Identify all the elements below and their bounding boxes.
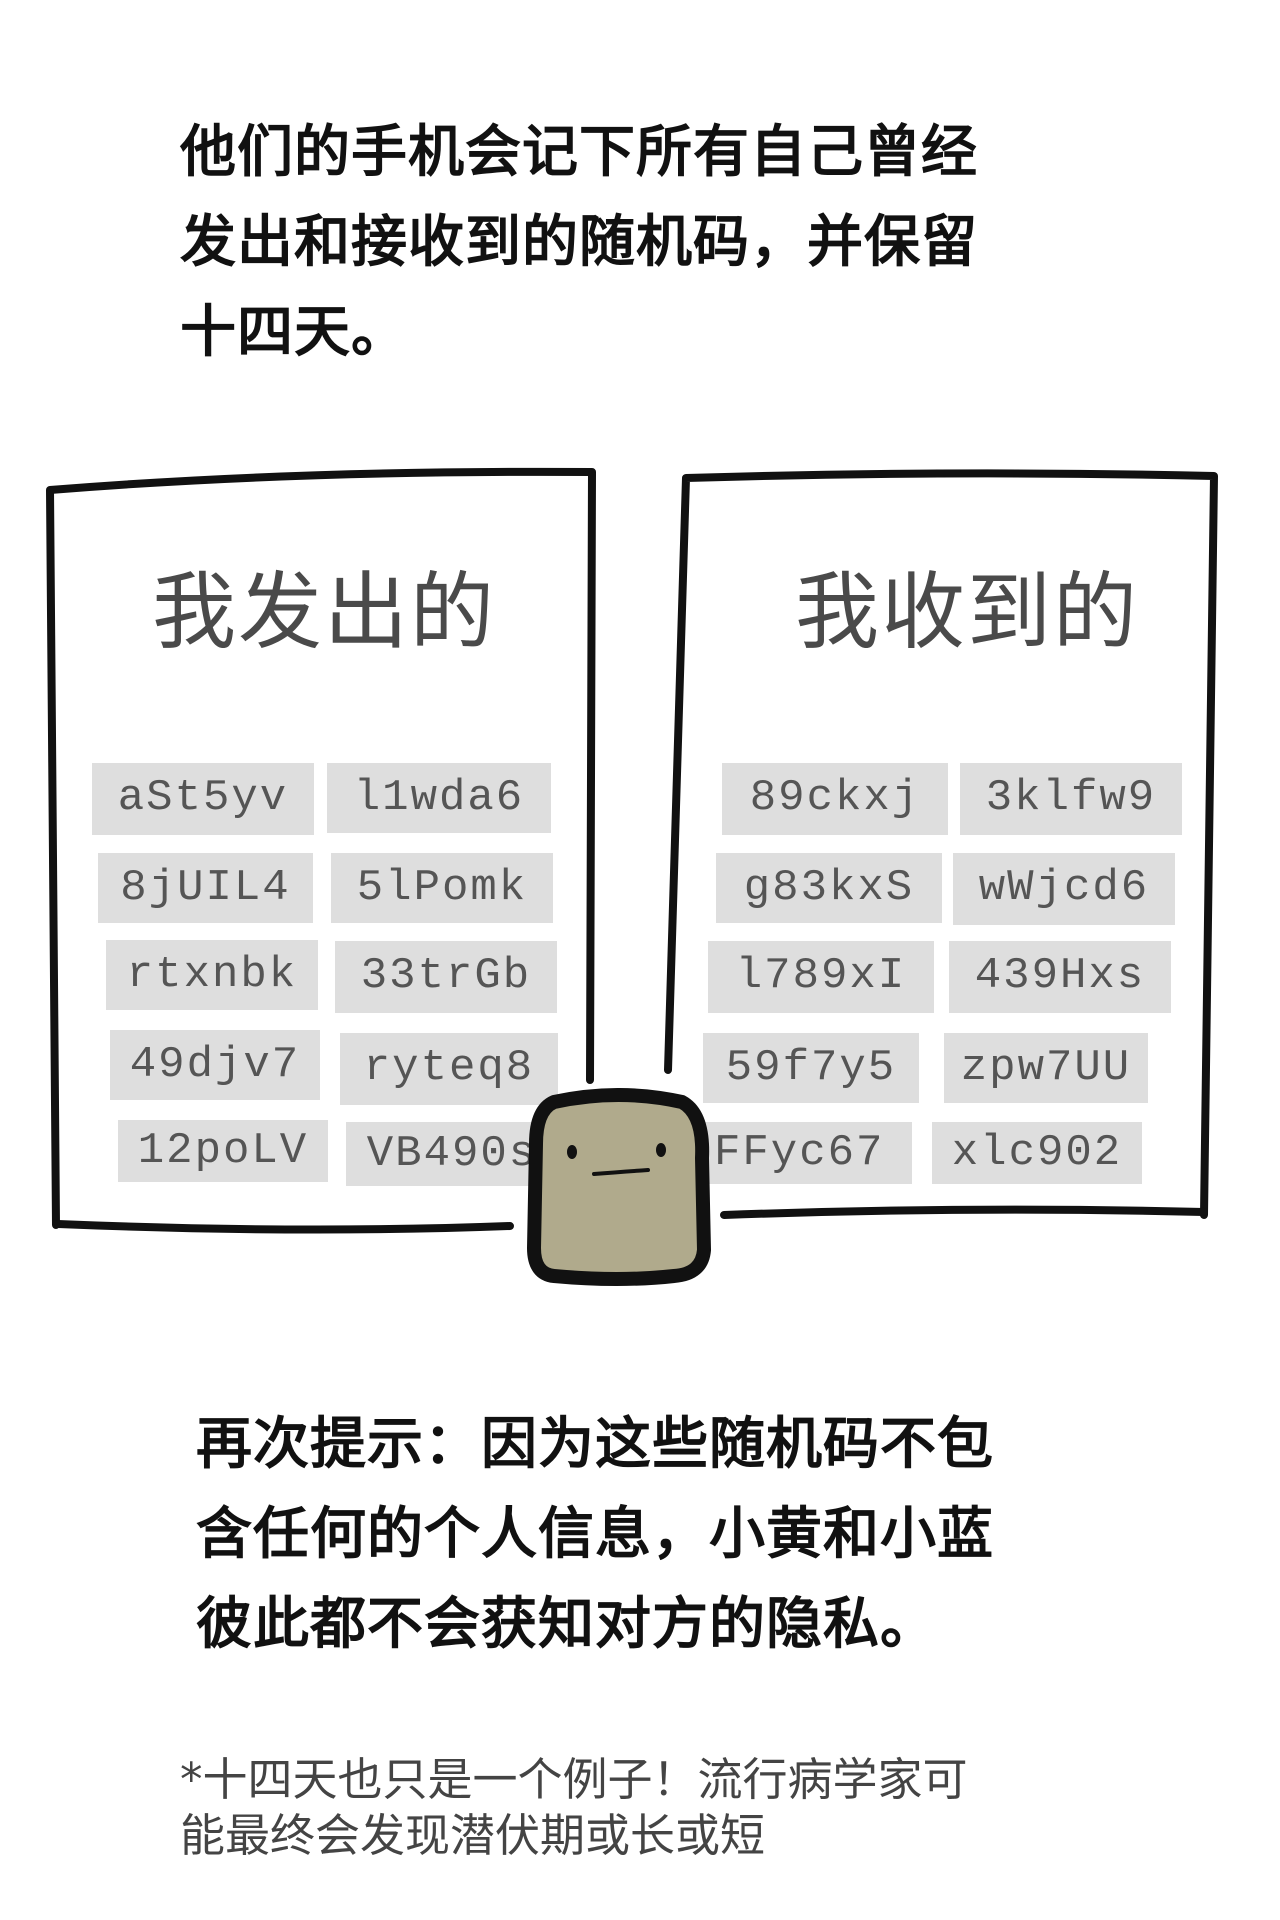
intro-text: 他们的手机会记下所有自己曾经 发出和接收到的随机码，并保留 十四天。 bbox=[180, 108, 1040, 378]
footnote-line-2: 能最终会发现潜伏期或长或短 bbox=[180, 1809, 766, 1862]
sent-code: 8jUIL4 bbox=[98, 853, 313, 923]
mascot-left-eye bbox=[567, 1145, 577, 1159]
intro-line-2: 发出和接收到的随机码，并保留 bbox=[180, 210, 978, 275]
received-code: FFyc67 bbox=[700, 1122, 912, 1184]
footnote-text: *十四天也只是一个例子！流行病学家可 能最终会发现潜伏期或长或短 bbox=[180, 1752, 1060, 1864]
received-code: 3klfw9 bbox=[960, 763, 1182, 835]
received-code: wWjcd6 bbox=[953, 853, 1175, 925]
sent-code: 33trGb bbox=[335, 941, 557, 1013]
reminder-text: 再次提示：因为这些随机码不包 含任何的个人信息，小黄和小蓝 彼此都不会获知对方的… bbox=[196, 1400, 1076, 1670]
reminder-line-3: 彼此都不会获知对方的隐私。 bbox=[196, 1592, 937, 1657]
received-code: 89ckxj bbox=[722, 763, 948, 835]
reminder-line-2: 含任何的个人信息，小黄和小蓝 bbox=[196, 1502, 994, 1567]
reminder-line-1: 再次提示：因为这些随机码不包 bbox=[196, 1412, 994, 1477]
received-code: 59f7y5 bbox=[703, 1033, 919, 1103]
mascot-right-eye bbox=[656, 1143, 666, 1157]
received-code: l789xI bbox=[708, 941, 934, 1013]
sent-list-title: 我发出的 bbox=[152, 563, 497, 661]
sent-code: 5lPomk bbox=[331, 853, 553, 923]
received-paper-bottom bbox=[720, 1205, 1208, 1219]
sent-code: 49djv7 bbox=[110, 1030, 320, 1100]
mascot-character bbox=[527, 1088, 711, 1286]
sent-code: aSt5yv bbox=[92, 763, 314, 835]
intro-line-1: 他们的手机会记下所有自己曾经 bbox=[180, 120, 978, 185]
received-code: xlc902 bbox=[932, 1122, 1142, 1184]
received-list-title: 我收到的 bbox=[795, 563, 1140, 661]
received-code: zpw7UU bbox=[944, 1033, 1148, 1103]
sent-code: 12poLV bbox=[118, 1120, 328, 1182]
mascot-body bbox=[527, 1088, 711, 1286]
sent-paper-bottom bbox=[54, 1220, 514, 1234]
received-code: g83kxS bbox=[716, 853, 942, 923]
sent-code: rtxnbk bbox=[106, 940, 318, 1010]
received-code: 439Hxs bbox=[949, 941, 1171, 1013]
footnote-line-1: *十四天也只是一个例子！流行病学家可 bbox=[180, 1753, 968, 1806]
intro-line-3: 十四天。 bbox=[180, 300, 408, 365]
sent-code: l1wda6 bbox=[327, 763, 551, 833]
